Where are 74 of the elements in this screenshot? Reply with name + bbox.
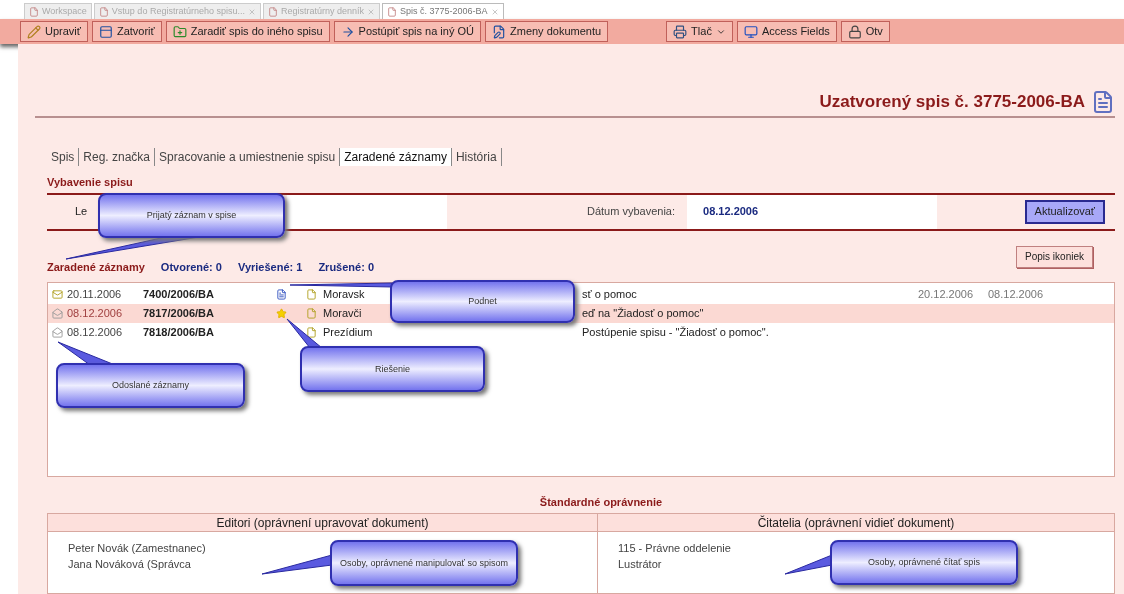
record-number: 7818/2006/BA — [143, 324, 215, 340]
date-field[interactable]: 08.12.2006 — [687, 194, 938, 229]
records-heading: Zaradené záznamy — [47, 260, 145, 275]
page-icon — [98, 6, 109, 17]
column-header: Editori (oprávnení upravovať dokument) — [48, 513, 598, 532]
close-icon[interactable] — [247, 7, 256, 16]
record-due-date: 20.12.2006 — [918, 286, 975, 302]
tab[interactable]: História — [451, 148, 502, 166]
record-subject: sť o pomoc — [582, 286, 638, 302]
page-icon — [29, 6, 39, 17]
toolbar-button[interactable]: Zatvoriť — [91, 21, 162, 42]
editor-name: Peter Novák (Zamestnanec) — [68, 540, 206, 556]
callout: Riešenie — [300, 346, 485, 392]
record-subject: Postúpenie spisu - "Žiadosť o pomoc". — [582, 324, 770, 340]
reader-name: Lustrátor — [618, 557, 662, 572]
window-icon — [98, 24, 113, 39]
callout: Prijatý záznam v spise — [98, 193, 285, 238]
record-sender: Prezídium — [323, 324, 373, 340]
envelope-icon — [52, 307, 63, 319]
record-sender: Moravsk — [323, 286, 365, 302]
reader-name: 115 - Právne oddelenie — [618, 540, 731, 556]
tab[interactable]: Reg. značka — [79, 148, 156, 166]
close-icon[interactable] — [367, 7, 375, 16]
update-button[interactable]: Aktualizovať — [1024, 199, 1105, 224]
callout: Podnet — [390, 280, 575, 323]
icon-legend-button[interactable]: Popis ikoniek — [1016, 245, 1093, 268]
envelope-icon — [52, 326, 63, 338]
toolbar-button[interactable]: Zmeny dokumentu — [485, 21, 609, 42]
column-header: Čitatelia (oprávnení vidieť dokument) — [598, 513, 1114, 532]
lock-icon — [847, 24, 862, 39]
record-number: 7400/2006/BA — [143, 286, 215, 302]
envelope-icon — [52, 288, 63, 300]
callout-pointer — [261, 554, 333, 575]
callout-pointer — [286, 318, 323, 349]
document-title: Uzatvorený spis č. 3775-2006-BA — [819, 91, 1085, 114]
printer-icon — [673, 24, 688, 39]
callout: Osoby, oprávnené manipulovať so spisom — [330, 540, 518, 586]
editor-name: Jana Nováková (Správca — [68, 557, 191, 572]
monitor-icon — [743, 24, 758, 39]
record-date: 08.12.2006 — [67, 324, 124, 340]
field-label: Le — [75, 204, 89, 220]
record-subject: eď na "Žiadosť o pomoc" — [582, 305, 705, 321]
close-icon[interactable] — [490, 7, 499, 16]
callout-pointer — [784, 554, 833, 575]
document-icon — [1091, 90, 1115, 114]
toolbar-button[interactable]: Otv — [840, 21, 890, 42]
pencil-icon — [27, 24, 41, 39]
page-icon — [387, 6, 397, 17]
record-count: Zrušené: 0 — [318, 260, 375, 275]
toolbar-button[interactable]: Access Fields — [736, 21, 837, 42]
date-label: Dátum vybavenia: — [587, 204, 676, 220]
star-icon — [276, 307, 287, 319]
toolbar-button[interactable]: Zaradiť spis do iného spisu — [165, 21, 330, 42]
arrow-icon — [340, 24, 355, 39]
record-date: 08.12.2006 — [67, 305, 124, 321]
toolbar-button[interactable]: Tlač — [666, 21, 733, 42]
record-sender: Moravči — [323, 305, 362, 321]
toolbar-button[interactable]: Upraviť — [20, 21, 88, 42]
browser-tab[interactable]: Spis č. 3775-2006-BA — [382, 3, 504, 19]
tab[interactable]: Spis — [47, 148, 80, 166]
callout: Odoslané záznamy — [56, 363, 245, 408]
callout: Osoby, oprávnené čítať spis — [830, 540, 1018, 585]
toolbar-button[interactable]: Postúpiť spis na iný OÚ — [333, 21, 481, 42]
record-count: Otvorené: 0 — [160, 260, 222, 275]
record-count: Vyriešené: 1 — [237, 260, 303, 275]
tab[interactable]: Zaradené záznamy — [340, 148, 452, 166]
record-date: 20.11.2006 — [67, 286, 123, 302]
record-resolved-date: 08.12.2006 — [988, 286, 1044, 302]
page-icon — [267, 6, 278, 17]
record-number: 7817/2006/BA — [143, 305, 215, 321]
document-icon — [276, 288, 287, 300]
input-field[interactable] — [287, 194, 447, 229]
document-edit-icon — [492, 24, 506, 39]
section-heading: Štandardné oprávnenie — [539, 495, 663, 510]
